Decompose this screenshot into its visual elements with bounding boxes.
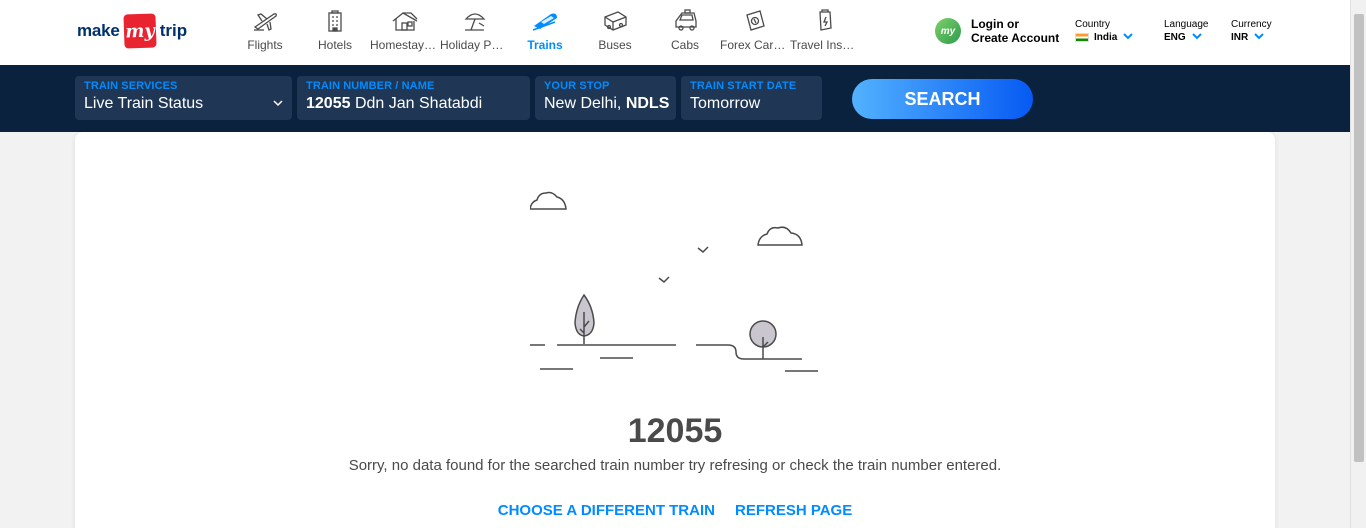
nav-item-hotels[interactable]: Hotels xyxy=(300,0,370,65)
train-start-date-field[interactable]: TRAIN START DATE Tomorrow xyxy=(681,76,822,120)
chevron-down-icon xyxy=(1191,32,1202,43)
nav-item-trains[interactable]: Trains xyxy=(510,0,580,65)
holiday-icon xyxy=(461,8,489,34)
your-stop-field[interactable]: YOUR STOP New Delhi, NDLS xyxy=(535,76,676,120)
train-services-dropdown[interactable]: TRAIN SERVICES Live Train Status xyxy=(75,76,292,120)
india-flag-icon xyxy=(1075,33,1089,42)
no-data-message: Sorry, no data found for the searched tr… xyxy=(348,457,1002,474)
main-nav: Flights Hotels Homestays & Villas Holida… xyxy=(230,0,860,65)
hotel-icon xyxy=(321,8,349,34)
insurance-icon xyxy=(811,8,839,34)
train-icon xyxy=(531,8,559,34)
flight-icon xyxy=(251,8,279,34)
train-number-field[interactable]: TRAIN NUMBER / NAME 12055 Ddn Jan Shatab… xyxy=(297,76,530,120)
chevron-down-icon xyxy=(1254,32,1264,43)
nav-item-forex[interactable]: Forex Card & Currency xyxy=(720,0,790,65)
page-scrollbar[interactable] xyxy=(1350,0,1366,528)
makemytrip-logo[interactable]: make my trip xyxy=(77,13,187,49)
homestay-icon xyxy=(391,8,419,34)
no-data-illustration xyxy=(530,191,818,372)
avatar: my xyxy=(935,18,961,44)
result-card: 12055 Sorry, no data found for the searc… xyxy=(75,132,1275,528)
nav-item-homestays[interactable]: Homestays & Villas xyxy=(370,0,440,65)
cab-icon xyxy=(671,8,699,34)
searched-train-number: 12055 xyxy=(627,412,723,450)
country-selector[interactable]: Country India xyxy=(1075,19,1134,43)
scrollbar-thumb[interactable] xyxy=(1354,14,1364,462)
nav-item-flights[interactable]: Flights xyxy=(230,0,300,65)
bus-icon xyxy=(601,8,629,34)
top-header: make my trip Flights Hotels Homestays & … xyxy=(0,0,1350,65)
search-button[interactable]: SEARCH xyxy=(852,79,1033,119)
nav-item-travel-insurance[interactable]: Travel Insurance xyxy=(790,0,860,65)
language-selector[interactable]: Language ENG xyxy=(1164,19,1209,43)
chevron-down-icon xyxy=(1123,32,1134,43)
nav-item-cabs[interactable]: Cabs xyxy=(650,0,720,65)
nav-item-holiday-packages[interactable]: Holiday Packages xyxy=(440,0,510,65)
currency-selector[interactable]: Currency INR xyxy=(1231,19,1272,43)
forex-icon xyxy=(741,8,769,34)
nav-item-buses[interactable]: Buses xyxy=(580,0,650,65)
refresh-page-link[interactable]: REFRESH PAGE xyxy=(735,502,852,519)
chevron-down-icon xyxy=(273,94,283,112)
login-create-account[interactable]: my Login or Create Account xyxy=(935,17,1059,45)
result-actions: CHOOSE A DIFFERENT TRAIN REFRESH PAGE xyxy=(75,502,1275,519)
train-search-bar: TRAIN SERVICES Live Train Status TRAIN N… xyxy=(0,65,1350,132)
choose-different-train-link[interactable]: CHOOSE A DIFFERENT TRAIN xyxy=(498,502,715,519)
